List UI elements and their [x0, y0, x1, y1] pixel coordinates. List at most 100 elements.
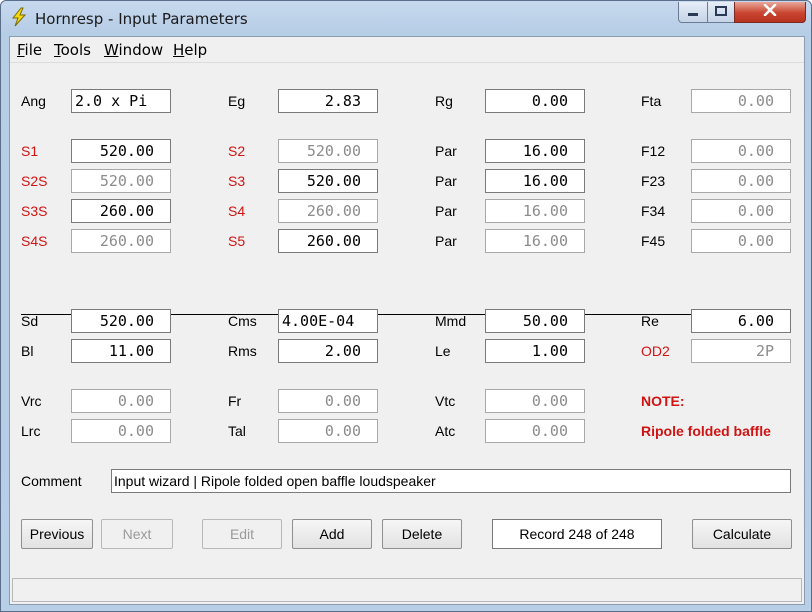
comment-field[interactable]: Input wizard | Ripole folded open baffle… — [111, 469, 791, 493]
fta-field[interactable]: 0.00 — [691, 89, 791, 113]
par-1-field[interactable]: 16.00 — [485, 139, 585, 163]
f34-field[interactable]: 0.00 — [691, 199, 791, 223]
s5-field[interactable]: 260.00 — [278, 229, 378, 253]
rms-field[interactable]: 2.00 — [278, 339, 378, 363]
next-button[interactable]: Next — [101, 519, 173, 549]
le-field[interactable]: 1.00 — [485, 339, 585, 363]
par-3-field[interactable]: 16.00 — [485, 199, 585, 223]
label-par-3: Par — [435, 203, 457, 219]
s3s-field[interactable]: 260.00 — [71, 199, 171, 223]
edit-button[interactable]: Edit — [202, 519, 282, 549]
record-counter: Record 248 of 248 — [492, 519, 662, 549]
delete-button-label: Delete — [401, 526, 443, 542]
close-icon — [763, 3, 777, 21]
f45-field[interactable]: 0.00 — [691, 229, 791, 253]
od2-field[interactable]: 2P — [691, 339, 791, 363]
s2-field[interactable]: 520.00 — [278, 139, 378, 163]
label-sd: Sd — [21, 313, 39, 329]
client-area: File Tools Window Help Ang 2.0 x Pi Eg 2… — [9, 36, 805, 605]
previous-button-label: Previous — [29, 526, 85, 542]
calculate-button-label: Calculate — [712, 526, 772, 542]
minimize-button[interactable] — [678, 2, 708, 23]
label-s4: S4 — [228, 203, 246, 219]
s3-field[interactable]: 520.00 — [278, 169, 378, 193]
label-od2: OD2 — [641, 343, 670, 359]
lrc-field[interactable]: 0.00 — [71, 419, 171, 443]
s4-field[interactable]: 260.00 — [278, 199, 378, 223]
par-2-field[interactable]: 16.00 — [485, 169, 585, 193]
add-button-label: Add — [319, 526, 345, 542]
window-title: Hornresp - Input Parameters — [35, 10, 248, 28]
s1-field[interactable]: 520.00 — [71, 139, 171, 163]
label-atc: Atc — [435, 423, 456, 439]
label-par-4: Par — [435, 233, 457, 249]
ang-field[interactable]: 2.0 x Pi — [71, 89, 171, 113]
label-s5: S5 — [228, 233, 246, 249]
par-4-field[interactable]: 16.00 — [485, 229, 585, 253]
label-ang: Ang — [21, 93, 46, 109]
maximize-icon — [715, 3, 727, 21]
label-vrc: Vrc — [21, 393, 42, 409]
f12-field[interactable]: 0.00 — [691, 139, 791, 163]
label-par-2: Par — [435, 173, 457, 189]
input-parameters-panel: Ang 2.0 x Pi Eg 2.83 Rg 0.00 Fta 0.00 S1… — [10, 63, 804, 577]
menu-file[interactable]: File — [17, 41, 42, 59]
menu-bar: File Tools Window Help — [10, 37, 804, 63]
label-vtc: Vtc — [435, 393, 456, 409]
f23-field[interactable]: 0.00 — [691, 169, 791, 193]
label-re: Re — [641, 313, 659, 329]
edit-button-label: Edit — [229, 526, 255, 542]
label-f23: F23 — [641, 173, 666, 189]
mmd-field[interactable]: 50.00 — [485, 309, 585, 333]
label-s3s: S3S — [21, 203, 48, 219]
previous-button[interactable]: Previous — [21, 519, 93, 549]
label-f12: F12 — [641, 143, 666, 159]
rg-field[interactable]: 0.00 — [485, 89, 585, 113]
calculate-button[interactable]: Calculate — [692, 519, 792, 549]
lightning-bolt-icon — [9, 7, 29, 27]
label-s1: S1 — [21, 143, 39, 159]
maximize-button[interactable] — [707, 2, 735, 23]
s2s-field[interactable]: 520.00 — [71, 169, 171, 193]
label-lrc: Lrc — [21, 423, 41, 439]
menu-tools[interactable]: Tools — [54, 41, 91, 59]
fr-field[interactable]: 0.00 — [278, 389, 378, 413]
close-button[interactable] — [734, 2, 806, 23]
status-bar — [12, 578, 802, 602]
label-s4s: S4S — [21, 233, 48, 249]
note-text: Ripole folded baffle — [641, 423, 771, 439]
atc-field[interactable]: 0.00 — [485, 419, 585, 443]
label-par-1: Par — [435, 143, 457, 159]
re-field[interactable]: 6.00 — [691, 309, 791, 333]
bl-field[interactable]: 11.00 — [71, 339, 171, 363]
vtc-field[interactable]: 0.00 — [485, 389, 585, 413]
tal-field[interactable]: 0.00 — [278, 419, 378, 443]
menu-help[interactable]: Help — [173, 41, 207, 59]
cms-field[interactable]: 4.00E-04 — [278, 309, 378, 333]
delete-button[interactable]: Delete — [382, 519, 462, 549]
title-bar[interactable]: Hornresp - Input Parameters — [1, 1, 811, 35]
label-f45: F45 — [641, 233, 666, 249]
vrc-field[interactable]: 0.00 — [71, 389, 171, 413]
label-fr: Fr — [228, 393, 242, 409]
minimize-icon — [687, 3, 699, 21]
label-fta: Fta — [641, 93, 662, 109]
label-rg: Rg — [435, 93, 453, 109]
label-mmd: Mmd — [435, 313, 467, 329]
label-cms: Cms — [228, 313, 257, 329]
next-button-label: Next — [122, 526, 152, 542]
label-tal: Tal — [228, 423, 246, 439]
label-le: Le — [435, 343, 451, 359]
label-rms: Rms — [228, 343, 257, 359]
eg-field[interactable]: 2.83 — [278, 89, 378, 113]
label-eg: Eg — [228, 93, 246, 109]
sd-field[interactable]: 520.00 — [71, 309, 171, 333]
label-bl: Bl — [21, 343, 34, 359]
s4s-field[interactable]: 260.00 — [71, 229, 171, 253]
label-s2: S2 — [228, 143, 246, 159]
label-f34: F34 — [641, 203, 666, 219]
add-button[interactable]: Add — [292, 519, 372, 549]
label-s3: S3 — [228, 173, 246, 189]
menu-window[interactable]: Window — [104, 41, 163, 59]
label-comment: Comment — [21, 473, 82, 489]
